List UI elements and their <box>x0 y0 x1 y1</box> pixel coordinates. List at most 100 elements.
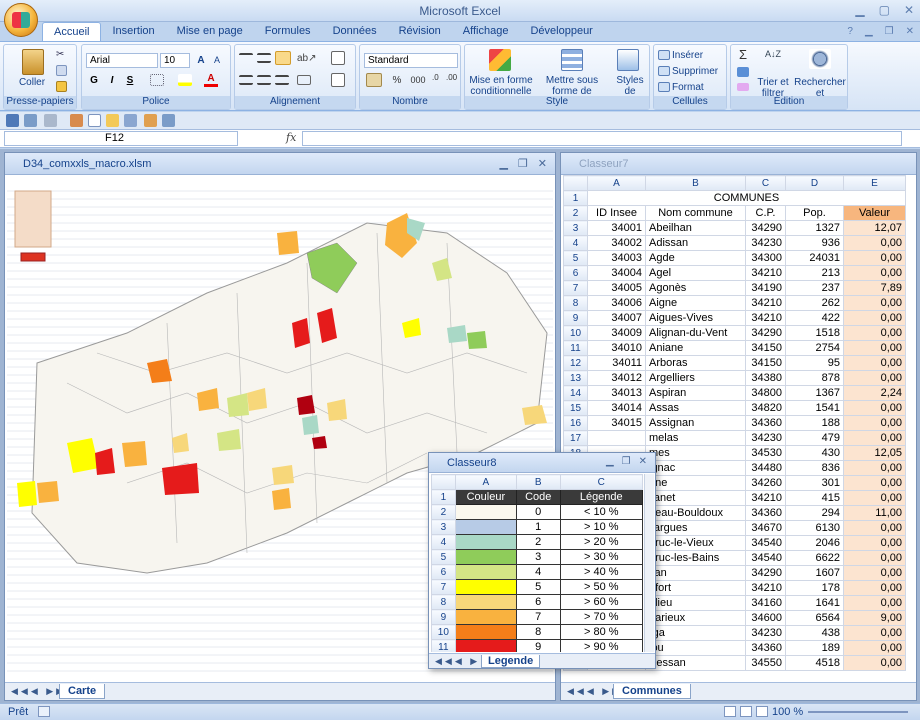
font-size-combo[interactable]: 10 <box>160 53 190 68</box>
table-cell[interactable]: 34540 <box>745 550 786 566</box>
minimize-icon[interactable]: ▁ <box>855 3 864 17</box>
table-cell[interactable]: 34300 <box>745 250 786 266</box>
paste-button[interactable]: Coller <box>14 77 50 88</box>
table-cell[interactable]: 34190 <box>745 280 786 296</box>
table-cell[interactable]: 878 <box>785 370 844 386</box>
c8-row-header-9[interactable]: 9 <box>431 609 456 625</box>
table-cell[interactable]: Aspiran <box>645 385 746 401</box>
tab-accueil[interactable]: Accueil <box>42 22 102 42</box>
toolbar-icon-b[interactable] <box>144 114 157 127</box>
percent-button[interactable]: % <box>390 75 404 86</box>
legend-swatch[interactable] <box>454 549 517 565</box>
legend-label[interactable]: > 50 % <box>559 579 643 595</box>
legend-label[interactable]: > 60 % <box>559 594 643 610</box>
column-title-cell[interactable]: C.P. <box>745 205 786 221</box>
c8-restore-icon[interactable]: ❐ <box>622 456 631 467</box>
legend-label[interactable]: > 40 % <box>559 564 643 580</box>
table-cell[interactable]: 34150 <box>745 355 786 371</box>
table-cell[interactable]: 34360 <box>745 415 786 431</box>
row-header-14[interactable]: 14 <box>563 385 588 401</box>
c8-col-header-b[interactable]: B <box>515 474 561 490</box>
office-button[interactable] <box>4 3 38 37</box>
column-title-cell[interactable]: Valeur <box>843 205 906 221</box>
c8-row-header-6[interactable]: 6 <box>431 564 456 580</box>
legend-swatch[interactable] <box>454 534 517 550</box>
table-cell[interactable]: 0,00 <box>843 355 906 371</box>
table-cell[interactable]: 188 <box>785 415 844 431</box>
table-cell[interactable]: 178 <box>785 580 844 596</box>
c8-row-header-3[interactable]: 3 <box>431 519 456 535</box>
table-cell[interactable]: 0,00 <box>843 520 906 536</box>
format-button[interactable]: Format <box>672 82 704 93</box>
format-painter-icon[interactable] <box>56 81 67 92</box>
table-cell[interactable]: melas <box>645 430 746 446</box>
table-cell[interactable]: 34230 <box>745 235 786 251</box>
c8-minimize-icon[interactable]: ▁ <box>606 456 614 467</box>
table-cell[interactable]: 95 <box>785 355 844 371</box>
table-cell[interactable]: Aigues-Vives <box>645 310 746 326</box>
table-cell[interactable]: 34600 <box>745 610 786 626</box>
table-cell[interactable]: 301 <box>785 475 844 491</box>
toolbar-icon-c[interactable] <box>162 114 175 127</box>
table-cell[interactable]: 34530 <box>745 445 786 461</box>
table-cell[interactable]: 34230 <box>745 430 786 446</box>
legend-swatch[interactable] <box>454 639 517 652</box>
col-header-d[interactable]: D <box>785 175 844 191</box>
table-cell[interactable]: 438 <box>785 625 844 641</box>
view-pagebreak-icon[interactable] <box>756 706 768 717</box>
table-cell[interactable]: 0,00 <box>843 625 906 641</box>
table-cell[interactable]: darieux <box>645 610 746 626</box>
table-cell[interactable]: 1607 <box>785 565 844 581</box>
underline-button[interactable]: S <box>124 75 136 86</box>
orientation-icon[interactable]: ab↗ <box>297 53 317 64</box>
table-cell[interactable]: 34210 <box>745 580 786 596</box>
help-icon[interactable]: ? <box>847 26 853 37</box>
row-header-12[interactable]: 12 <box>563 355 588 371</box>
table-cell[interactable]: 34290 <box>745 565 786 581</box>
view-normal-icon[interactable] <box>724 706 736 717</box>
sheet-tab-communes[interactable]: Communes <box>613 684 691 699</box>
table-cell[interactable]: 34480 <box>745 460 786 476</box>
sheet-tab-carte[interactable]: Carte <box>59 684 106 699</box>
row-header-1[interactable]: 1 <box>563 190 588 206</box>
table-cell[interactable]: 430 <box>785 445 844 461</box>
c8-row-header-11[interactable]: 11 <box>431 639 456 652</box>
table-cell[interactable]: beau-Bouldoux <box>645 505 746 521</box>
cond-format-button[interactable]: Mise en forme conditionnelle <box>469 75 533 97</box>
table-cell[interactable]: Assignan <box>645 415 746 431</box>
table-cell[interactable]: 836 <box>785 460 844 476</box>
table-cell[interactable]: 0,00 <box>843 550 906 566</box>
clear-icon[interactable] <box>737 83 749 91</box>
align-bottom-icon[interactable] <box>275 51 291 65</box>
undo-icon[interactable] <box>24 114 37 127</box>
table-cell[interactable]: 34670 <box>745 520 786 536</box>
table-cell[interactable]: 213 <box>785 265 844 281</box>
tab-formules[interactable]: Formules <box>254 22 322 42</box>
table-cell[interactable]: 34800 <box>745 385 786 401</box>
table-cell[interactable]: 34010 <box>587 340 646 356</box>
legend-code[interactable]: 0 <box>515 504 561 520</box>
cell-styles-icon[interactable] <box>617 49 639 71</box>
legend-swatch[interactable] <box>454 594 517 610</box>
delete-icon[interactable] <box>658 66 670 76</box>
table-cell[interactable]: 9,00 <box>843 610 906 626</box>
row-header-9[interactable]: 9 <box>563 310 588 326</box>
table-cell[interactable]: 1541 <box>785 400 844 416</box>
tab-revision[interactable]: Révision <box>388 22 452 42</box>
table-format-icon[interactable] <box>561 49 583 71</box>
paste-icon[interactable] <box>22 49 44 75</box>
table-cell[interactable]: 0,00 <box>843 400 906 416</box>
table-cell[interactable]: 12,07 <box>843 220 906 236</box>
table-cell[interactable]: 7,89 <box>843 280 906 296</box>
table-cell[interactable]: 34014 <box>587 400 646 416</box>
c8-row-header-7[interactable]: 7 <box>431 579 456 595</box>
table-cell[interactable]: 0,00 <box>843 370 906 386</box>
col-header-e[interactable]: E <box>843 175 906 191</box>
toolbar-icon-a[interactable] <box>124 114 137 127</box>
table-cell[interactable]: 294 <box>785 505 844 521</box>
table-cell[interactable]: llargues <box>645 520 746 536</box>
table-cell[interactable]: Assas <box>645 400 746 416</box>
table-cell[interactable]: 6130 <box>785 520 844 536</box>
table-cell[interactable]: Agde <box>645 250 746 266</box>
table-cell[interactable]: 34210 <box>745 265 786 281</box>
